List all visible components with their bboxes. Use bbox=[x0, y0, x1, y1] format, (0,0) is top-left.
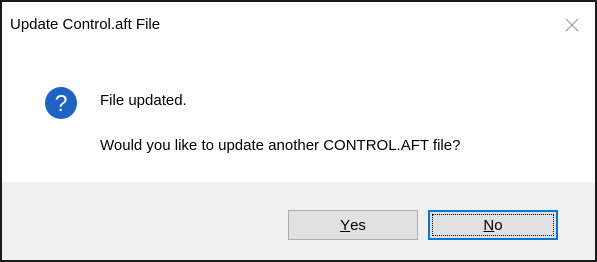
no-button[interactable]: No bbox=[428, 210, 558, 240]
no-mnemonic: N bbox=[483, 216, 495, 234]
dialog-content: ? File updated. Would you like to update… bbox=[2, 48, 595, 182]
dialog-title: Update Control.aft File bbox=[10, 16, 161, 33]
message-dialog: Update Control.aft File ? File updated. … bbox=[0, 0, 597, 262]
question-icon: ? bbox=[45, 87, 77, 119]
message-text-primary: File updated. bbox=[100, 92, 187, 109]
yes-button[interactable]: Yes bbox=[288, 210, 418, 240]
yes-mnemonic: Y bbox=[340, 216, 351, 234]
message-text-secondary: Would you like to update another CONTROL… bbox=[100, 137, 461, 154]
no-label-rest: o bbox=[494, 216, 503, 234]
yes-label-rest: es bbox=[350, 216, 366, 234]
svg-text:?: ? bbox=[55, 90, 68, 116]
close-button[interactable] bbox=[549, 2, 595, 48]
button-bar: Yes No bbox=[2, 182, 595, 260]
close-icon bbox=[565, 18, 579, 32]
title-bar[interactable]: Update Control.aft File bbox=[2, 2, 595, 48]
